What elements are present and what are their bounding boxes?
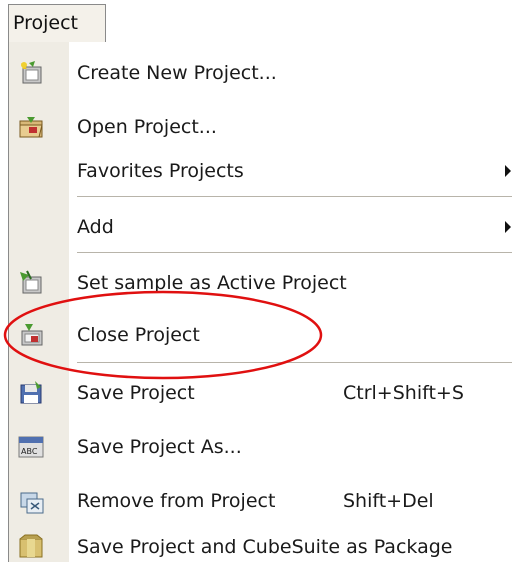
menu-separator	[77, 196, 512, 197]
menu-item-remove-from-project[interactable]: Remove from Project Shift+Del	[9, 477, 512, 525]
save-project-icon	[17, 379, 45, 407]
submenu-arrow-icon	[505, 221, 511, 233]
menu-separator	[77, 362, 512, 363]
menu-item-close-project[interactable]: Close Project	[9, 311, 512, 359]
svg-text:ABC: ABC	[21, 447, 38, 456]
menu-item-label: Save Project	[77, 382, 195, 404]
menu-item-label: Close Project	[77, 324, 200, 346]
menu-item-shortcut: Shift+Del	[343, 490, 434, 512]
save-project-as-icon: ABC	[17, 433, 45, 461]
menu-item-label: Set sample as Active Project	[77, 272, 347, 294]
create-project-icon	[17, 59, 45, 87]
menu-item-create-new-project[interactable]: Create New Project...	[9, 49, 512, 97]
menu-project[interactable]: Project	[8, 4, 106, 42]
menu-item-save-project-as[interactable]: ABC Save Project As...	[9, 423, 512, 471]
screenshot-stage: Project Create New Project... Open Proje…	[0, 0, 512, 562]
menu-item-add[interactable]: Add	[9, 203, 512, 251]
menu-item-set-active-project[interactable]: Set sample as Active Project	[9, 259, 512, 307]
menu-item-label: Save Project As...	[77, 436, 242, 458]
menu-item-label: Save Project and CubeSuite as Package	[77, 536, 453, 558]
menu-item-favorites-projects[interactable]: Favorites Projects	[9, 147, 512, 195]
menu-project-label: Project	[13, 12, 79, 34]
menu-item-label: Open Project...	[77, 116, 217, 138]
menu-item-label: Add	[77, 216, 114, 238]
menu-item-label: Remove from Project	[77, 490, 276, 512]
menu-separator	[77, 252, 512, 253]
submenu-arrow-icon	[505, 165, 511, 177]
menu-item-save-project[interactable]: Save Project Ctrl+Shift+S	[9, 369, 512, 417]
save-package-icon	[17, 533, 45, 561]
menu-item-shortcut: Ctrl+Shift+S	[343, 382, 464, 404]
set-active-project-icon	[17, 269, 45, 297]
menu-item-save-as-package[interactable]: Save Project and CubeSuite as Package	[9, 523, 512, 562]
menu-item-open-project[interactable]: Open Project...	[9, 103, 512, 151]
open-project-icon	[17, 113, 45, 141]
menu-item-label: Favorites Projects	[77, 160, 244, 182]
close-project-icon	[17, 321, 45, 349]
remove-from-project-icon	[17, 487, 45, 515]
menu-item-label: Create New Project...	[77, 62, 277, 84]
project-dropdown-menu: Create New Project... Open Project... Fa…	[8, 41, 512, 562]
